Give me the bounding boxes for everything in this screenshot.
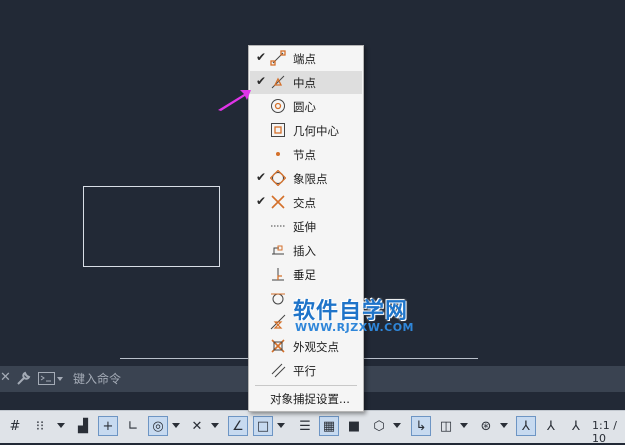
menu-item-label: 平行 [293, 364, 316, 378]
menu-item-label: 象限点 [293, 172, 328, 186]
center-icon [271, 99, 285, 113]
object-snap-tracking-icon[interactable]: ∠ [228, 416, 248, 436]
3d-object-snap-icon[interactable]: ⬡ [369, 416, 389, 436]
polar-tracking-icon[interactable]: ◎ [148, 416, 168, 436]
command-input[interactable]: 键入命令 [73, 370, 121, 387]
checkmark-icon: ✔ [256, 194, 267, 208]
ortho-icon[interactable]: ∟ [123, 416, 143, 436]
lineweight-icon[interactable]: ☰ [295, 416, 315, 436]
nearest-icon [270, 314, 286, 330]
object-snap-menu: ✔ 端点 ✔ 中点圆心几何中心节点 ✔ 象限点 ✔ 交点延伸插入垂足外观交点平行 对象捕捉设置… [248, 45, 364, 412]
snap-grid-icon[interactable]: ⁝⁝ [30, 416, 50, 436]
annotation-scale-icon[interactable]: ⅄ [566, 416, 586, 436]
perpendicular-icon [272, 268, 284, 281]
wrench-icon[interactable] [15, 371, 31, 387]
menu-item-label: 中点 [293, 76, 316, 90]
apparent-intersection-icon [271, 339, 285, 353]
menu-item-label: 节点 [293, 148, 316, 162]
midpoint-icon [271, 75, 285, 89]
chevron-down-icon[interactable] [277, 423, 285, 428]
quadrant-icon [270, 170, 286, 186]
menu-item[interactable]: 几何中心 [250, 119, 362, 142]
infer-constraints-icon[interactable]: ▟ [73, 416, 93, 436]
menu-item[interactable]: ✔ 端点 [250, 47, 362, 70]
extension-icon [271, 225, 285, 227]
checkmark-icon: ✔ [256, 50, 267, 64]
menu-item[interactable]: 垂足 [250, 263, 362, 286]
command-prompt-icon[interactable] [38, 372, 64, 386]
menu-item-label: 插入 [293, 244, 316, 258]
chevron-down-icon[interactable] [460, 423, 468, 428]
menu-item[interactable]: ✔ 象限点 [250, 167, 362, 190]
checkmark-icon: ✔ [256, 170, 267, 184]
annotation-visibility-icon[interactable]: ⅄ [516, 416, 536, 436]
menu-item[interactable]: ✔ 交点 [250, 191, 362, 214]
gizmo-icon[interactable]: ⊛ [476, 416, 496, 436]
chevron-down-icon[interactable] [211, 423, 219, 428]
insertion-icon [272, 245, 284, 255]
chevron-down-icon[interactable] [393, 423, 401, 428]
menu-item-label: 几何中心 [293, 124, 339, 138]
chevron-down-icon[interactable] [57, 423, 65, 428]
menu-item-label: 延伸 [293, 220, 316, 234]
parallel-icon [271, 363, 286, 378]
transparency-icon[interactable]: ▦ [319, 416, 339, 436]
grid-icon[interactable]: # [5, 416, 25, 436]
menu-item-label: 外观交点 [293, 340, 339, 354]
menu-separator [255, 385, 357, 386]
menu-item-label: 端点 [293, 52, 316, 66]
menu-item-label: 对象捕捉设置... [270, 392, 350, 406]
dynamic-input-icon[interactable]: + [98, 416, 118, 436]
selection-filter-icon[interactable]: ◫ [436, 416, 456, 436]
geometric-center-icon [271, 123, 285, 137]
menu-item[interactable]: ✔ 中点 [250, 71, 362, 94]
tangent-icon [271, 293, 285, 305]
node-icon [276, 152, 280, 156]
dynamic-ucs-icon[interactable]: ↳ [411, 416, 431, 436]
selection-cycling-icon[interactable]: ■ [344, 416, 364, 436]
status-bar: # ⁝⁝ ▟ + ∟ ◎ ✕ ∠ □ ☰ ▦ ■ ⬡ ↳ ◫ ⊛ ⅄ ⅄ ⅄ 1… [0, 410, 625, 445]
checkmark-icon: ✔ [256, 74, 267, 88]
menu-item[interactable]: 平行 [250, 359, 362, 382]
intersection-icon [271, 195, 285, 209]
object-snap-settings-item[interactable]: 对象捕捉设置... [250, 389, 362, 409]
pointer-arrow-icon [218, 90, 251, 111]
menu-item-label: 垂足 [293, 268, 316, 282]
menu-item[interactable]: 节点 [250, 143, 362, 166]
isometric-icon[interactable]: ✕ [187, 416, 207, 436]
watermark-url: WWW.RJZXW.COM [295, 321, 414, 334]
menu-item[interactable]: 延伸 [250, 215, 362, 238]
close-icon[interactable]: ✕ [0, 370, 11, 385]
menu-item-label: 圆心 [293, 100, 316, 114]
menu-item-label: 交点 [293, 196, 316, 210]
endpoint-icon [270, 50, 286, 66]
menu-item[interactable]: 插入 [250, 239, 362, 262]
auto-scale-icon[interactable]: ⅄ [541, 416, 561, 436]
object-snap-icon[interactable]: □ [253, 416, 273, 436]
drawn-rectangle[interactable] [83, 186, 220, 267]
chevron-down-icon[interactable] [172, 423, 180, 428]
menu-item[interactable]: 圆心 [250, 95, 362, 118]
watermark: 软件自学网 WWW.RJZXW.COM [293, 293, 443, 339]
annotation-scale-value[interactable]: 1:1 / 10 [592, 419, 625, 445]
chevron-down-icon[interactable] [500, 423, 508, 428]
